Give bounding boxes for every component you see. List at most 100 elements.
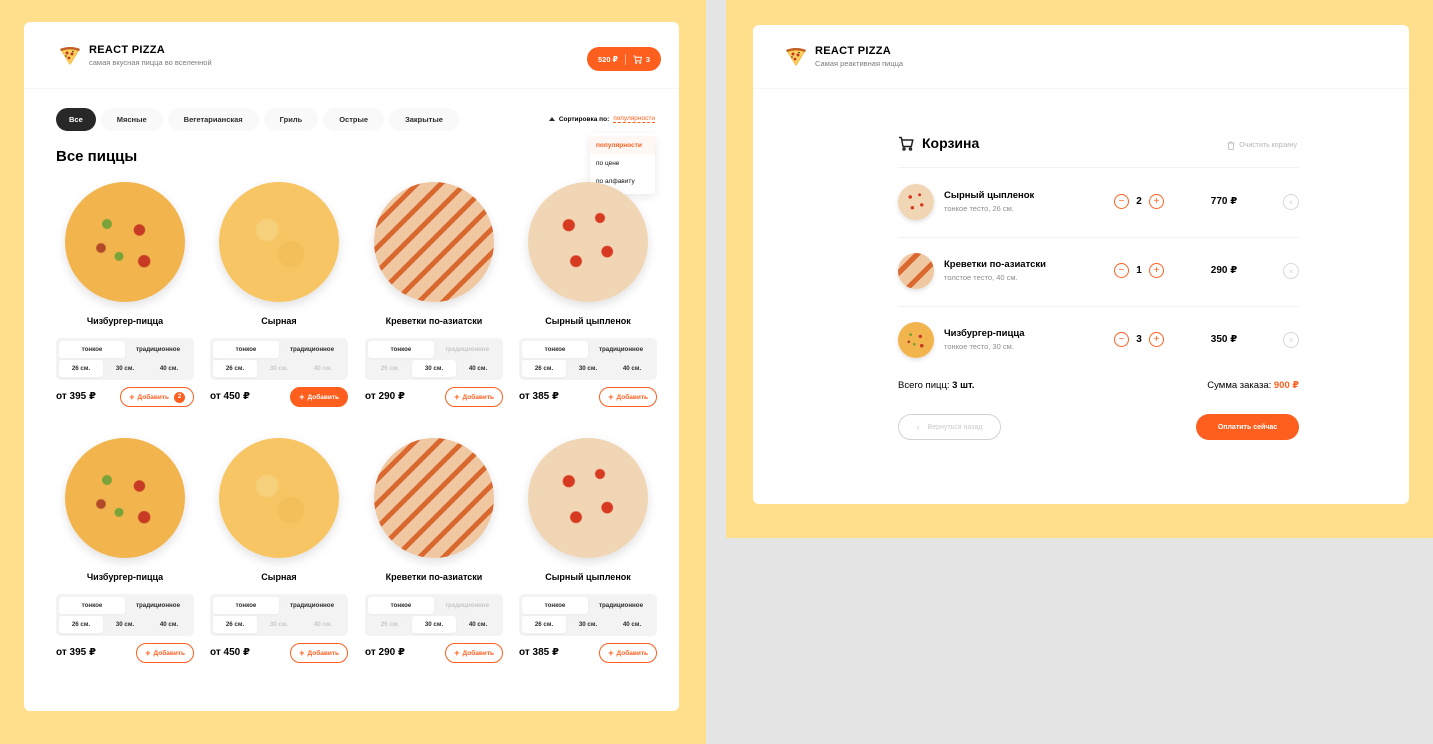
cart-item-name: Креветки по-азиатски	[944, 259, 1046, 270]
add-button[interactable]: + Добавить	[290, 643, 348, 663]
sort-arrow-icon	[548, 117, 555, 121]
pizza-name: Чизбургер-пицца	[86, 316, 164, 326]
size-option[interactable]: 40 см.	[456, 360, 500, 377]
dough-type-option[interactable]: традиционное	[125, 597, 191, 614]
size-option[interactable]: 40 см.	[456, 616, 500, 633]
total-sum: Сумма заказа: 900 ₽	[1207, 380, 1299, 391]
cart-button[interactable]: 520 ₽ 3	[587, 47, 661, 71]
add-button[interactable]: + Добавить	[445, 643, 503, 663]
cart-item-desc: тонкое тесто, 26 см.	[944, 204, 1014, 213]
pizza-image	[219, 438, 339, 558]
cart-item-qty: 1	[1136, 265, 1142, 276]
add-button-label: Добавить	[307, 649, 339, 657]
add-button[interactable]: + Добавить	[599, 387, 657, 407]
dough-type-option[interactable]: тонкое	[368, 597, 434, 614]
category-all[interactable]: Все	[56, 108, 96, 131]
remove-item-button[interactable]: ×	[1283, 263, 1299, 279]
plus-button[interactable]: +	[1149, 332, 1164, 347]
size-option[interactable]: 40 см.	[147, 360, 191, 377]
plus-button[interactable]: +	[1149, 263, 1164, 278]
added-count-badge: 2	[174, 391, 185, 403]
category-vegetarian[interactable]: Вегетарианская	[167, 108, 259, 131]
size-option[interactable]: 40 см.	[610, 360, 654, 377]
pay-button[interactable]: Оплатить сейчас	[1196, 414, 1299, 440]
plus-button[interactable]: +	[1149, 194, 1164, 209]
quantity-stepper: − 1 +	[1114, 263, 1164, 278]
dough-type-option[interactable]: тонкое	[522, 341, 588, 358]
pay-button-label: Оплатить сейчас	[1217, 423, 1278, 431]
cart-item-image	[898, 322, 934, 358]
clear-cart-label: Очистить корзину	[1239, 142, 1297, 149]
category-closed[interactable]: Закрытые	[389, 108, 459, 131]
minus-button[interactable]: −	[1114, 194, 1129, 209]
add-button[interactable]: + Добавить	[290, 387, 348, 407]
size-option[interactable]: 30 см.	[257, 360, 301, 377]
plus-icon: +	[454, 647, 460, 658]
size-option[interactable]: 40 см.	[610, 616, 654, 633]
logo[interactable]: REACT PIZZA самая вкусная пицца во вселе…	[59, 44, 212, 67]
size-option[interactable]: 26 см.	[522, 616, 566, 633]
add-button-label: Добавить	[462, 649, 494, 657]
cart-header: REACT PIZZA Самая реактивная пицца	[753, 25, 1409, 91]
size-option[interactable]: 30 см.	[257, 616, 301, 633]
dough-type-option[interactable]: традиционное	[588, 597, 654, 614]
sort-option-popularity[interactable]: популярности	[590, 136, 655, 154]
cart-item-image	[898, 253, 934, 289]
category-grill[interactable]: Гриль	[263, 108, 319, 131]
sort-label: Сортировка по:	[558, 115, 610, 123]
size-option[interactable]: 26 см.	[213, 616, 257, 633]
size-option[interactable]: 30 см.	[566, 616, 610, 633]
pizza-price: от 450 ₽	[210, 647, 250, 658]
size-option[interactable]: 30 см.	[566, 360, 610, 377]
size-option[interactable]: 30 см.	[412, 360, 456, 377]
minus-button[interactable]: −	[1114, 263, 1129, 278]
dough-type-option[interactable]: тонкое	[213, 597, 279, 614]
size-option[interactable]: 40 см.	[301, 360, 345, 377]
back-button-label: Вернуться назад	[927, 423, 983, 431]
pizza-image	[219, 182, 339, 302]
dough-type-option[interactable]: традиционное	[279, 597, 345, 614]
categories: Все Мясные Вегетарианская Гриль Острые З…	[56, 108, 464, 131]
dough-type-option[interactable]: тонкое	[213, 341, 279, 358]
size-option[interactable]: 26 см.	[368, 616, 412, 633]
cart-item-price: 770 ₽	[1210, 196, 1238, 207]
dough-type-option[interactable]: тонкое	[59, 597, 125, 614]
dough-type-option[interactable]: традиционное	[434, 341, 500, 358]
dough-type-option[interactable]: традиционное	[125, 341, 191, 358]
add-button[interactable]: + Добавить 2	[120, 387, 194, 407]
add-button[interactable]: + Добавить	[136, 643, 194, 663]
size-option[interactable]: 26 см.	[368, 360, 412, 377]
minus-button[interactable]: −	[1114, 332, 1129, 347]
size-option[interactable]: 26 см.	[522, 360, 566, 377]
size-option[interactable]: 30 см.	[103, 360, 147, 377]
dough-type-option[interactable]: тонкое	[59, 341, 125, 358]
add-button-label: Добавить	[462, 393, 494, 401]
size-option[interactable]: 30 см.	[103, 616, 147, 633]
size-option[interactable]: 26 см.	[213, 360, 257, 377]
size-option[interactable]: 40 см.	[301, 616, 345, 633]
category-spicy[interactable]: Острые	[323, 108, 385, 131]
size-option[interactable]: 30 см.	[412, 616, 456, 633]
sort-value[interactable]: популярности	[613, 115, 655, 123]
add-button-label: Добавить	[137, 393, 169, 401]
dough-type-option[interactable]: тонкое	[522, 597, 588, 614]
cart-item-image	[898, 184, 934, 220]
dough-type-option[interactable]: традиционное	[434, 597, 500, 614]
add-button[interactable]: + Добавить	[599, 643, 657, 663]
remove-item-button[interactable]: ×	[1283, 332, 1299, 348]
size-option[interactable]: 26 см.	[59, 360, 103, 377]
cart-logo[interactable]: REACT PIZZA Самая реактивная пицца	[785, 45, 903, 68]
size-option[interactable]: 26 см.	[59, 616, 103, 633]
sort-option-price[interactable]: по цене	[590, 154, 655, 172]
dough-type-option[interactable]: традиционное	[588, 341, 654, 358]
pizza-price: от 385 ₽	[519, 391, 559, 402]
add-button[interactable]: + Добавить	[445, 387, 503, 407]
clear-cart-button[interactable]: Очистить корзину	[1227, 141, 1297, 150]
size-option[interactable]: 40 см.	[147, 616, 191, 633]
back-button[interactable]: ‹ Вернуться назад	[898, 414, 1001, 440]
dough-type-option[interactable]: традиционное	[279, 341, 345, 358]
remove-item-button[interactable]: ×	[1283, 194, 1299, 210]
cart-count: 3	[645, 54, 650, 64]
dough-type-option[interactable]: тонкое	[368, 341, 434, 358]
category-meat[interactable]: Мясные	[100, 108, 163, 131]
